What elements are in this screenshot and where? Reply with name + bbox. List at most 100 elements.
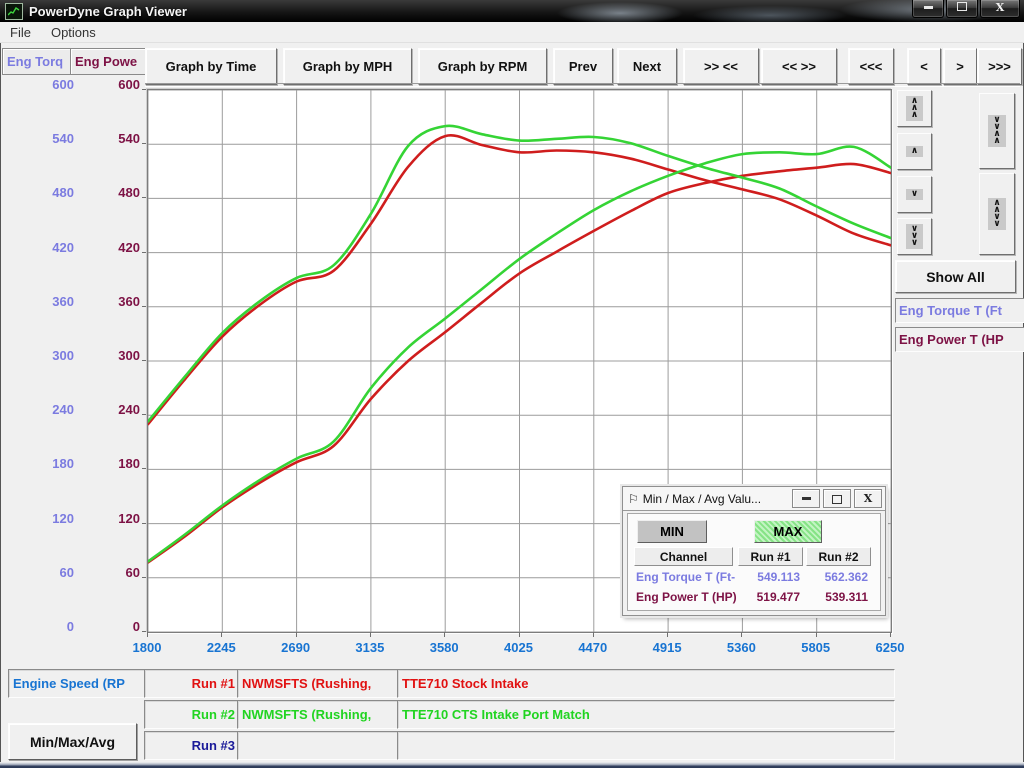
run-2-title-field[interactable]: TTE710 CTS Intake Port Match	[397, 700, 895, 729]
run-3-description-field[interactable]	[237, 731, 400, 760]
app-icon	[5, 3, 23, 20]
menu-file[interactable]: File	[0, 25, 41, 40]
toolbar-button-graph-by-time[interactable]: Graph by Time	[145, 48, 277, 85]
run-1-title-field[interactable]: TTE710 Stock Intake	[397, 669, 895, 698]
minmax-run1-value-1: 519.477	[736, 590, 800, 604]
x-tickmark	[667, 632, 668, 637]
minmax-minimize-button[interactable]	[792, 489, 820, 508]
torque-ytick-60: 60	[18, 565, 74, 580]
axis-tab-eng-torq[interactable]: Eng Torq	[2, 48, 74, 75]
collapse-vertical-button[interactable]: ∨∨∧∧	[979, 93, 1015, 169]
window-title: PowerDyne Graph Viewer	[29, 4, 187, 19]
minmax-close-button[interactable]: X	[854, 489, 882, 508]
show-all-button[interactable]: Show All	[895, 260, 1016, 293]
chevron-up-icon: ∧	[906, 146, 923, 157]
torque-ytick-120: 120	[18, 511, 74, 526]
x-tick-4025: 4025	[489, 640, 549, 655]
power-ytick-0: 0	[84, 619, 140, 634]
run-label-3: Run #3	[144, 731, 243, 760]
x-tickmark	[444, 632, 445, 637]
menu-bar: FileOptions	[0, 22, 1024, 43]
triple-chevron-down-button[interactable]: ∨∨∨	[897, 218, 932, 255]
restore-icon	[832, 495, 842, 504]
torque-ytick-300: 300	[18, 348, 74, 363]
minmax-run1-value-0: 549.113	[736, 570, 800, 584]
toolbar-button-graph-by-rpm[interactable]: Graph by RPM	[418, 48, 547, 85]
axis-tab-eng-powe[interactable]: Eng Powe	[70, 48, 146, 75]
toolbar-button-graph-by-mph[interactable]: Graph by MPH	[283, 48, 412, 85]
torque-ytick-360: 360	[18, 294, 74, 309]
minimize-button[interactable]	[912, 0, 944, 18]
close-icon: X	[996, 1, 1005, 14]
minimize-icon	[802, 497, 811, 500]
min-toggle-button[interactable]: MIN	[637, 520, 707, 543]
chevron-down-icon: ∨	[906, 189, 923, 200]
chevron-down-button[interactable]: ∨	[897, 176, 932, 213]
power-ytick-540: 540	[84, 131, 140, 146]
toolbar-button-btn[interactable]: <<<	[848, 48, 894, 85]
torque-ytick-0: 0	[18, 619, 74, 634]
toolbar-button-btn[interactable]: >> <<	[683, 48, 759, 85]
torque-channel-label: Eng Torque T (Ft	[895, 298, 1024, 323]
max-toggle-button[interactable]: MAX	[754, 520, 822, 543]
torque-ytick-240: 240	[18, 402, 74, 417]
power-ytick-420: 420	[84, 240, 140, 255]
chevron-up-button[interactable]: ∧	[897, 133, 932, 170]
close-icon: X	[864, 492, 873, 505]
torque-ytick-480: 480	[18, 185, 74, 200]
toolbar-button-btn[interactable]: >	[943, 48, 977, 85]
x-tick-3135: 3135	[340, 640, 400, 655]
minmax-title-bar[interactable]: ⚐ Min / Max / Avg Valu... X	[623, 487, 885, 511]
expand-vertical-button[interactable]: ∧∧∨∨	[979, 173, 1015, 255]
toolbar-button-prev[interactable]: Prev	[553, 48, 613, 85]
torque-ytick-420: 420	[18, 240, 74, 255]
toolbar-button-next[interactable]: Next	[617, 48, 677, 85]
run1-column-header: Run #1	[738, 547, 803, 566]
power-channel-text: Eng Power T (HP	[899, 332, 1004, 347]
torque-ytick-180: 180	[18, 456, 74, 471]
close-button[interactable]: X	[980, 0, 1020, 18]
power-ytick-120: 120	[84, 511, 140, 526]
minmax-channel-1: Eng Power T (HP)	[636, 590, 736, 604]
x-tickmark	[741, 632, 742, 637]
power-ytick-300: 300	[84, 348, 140, 363]
x-tickmark	[519, 632, 520, 637]
triple-chevron-up-button[interactable]: ∧∧∧	[897, 90, 932, 127]
toolbar-button-btn[interactable]: <	[907, 48, 941, 85]
torque-channel-text: Eng Torque T (Ft	[899, 303, 1002, 318]
power-ytick-180: 180	[84, 456, 140, 471]
restore-button[interactable]	[946, 0, 978, 18]
x-tick-5360: 5360	[711, 640, 771, 655]
menu-options[interactable]: Options	[41, 25, 106, 40]
x-tick-6250: 6250	[860, 640, 920, 655]
power-ytick-480: 480	[84, 185, 140, 200]
x-tick-2690: 2690	[266, 640, 326, 655]
minmax-run2-value-1: 539.311	[804, 590, 868, 604]
x-tick-3580: 3580	[414, 640, 474, 655]
app-window: PowerDyne Graph Viewer X FileOptions Eng…	[0, 0, 1024, 768]
x-tick-4915: 4915	[637, 640, 697, 655]
x-tickmark	[816, 632, 817, 637]
run-label-2: Run #2	[144, 700, 243, 729]
power-ytick-600: 600	[84, 77, 140, 92]
x-tick-5805: 5805	[786, 640, 846, 655]
minmax-values-window[interactable]: ⚐ Min / Max / Avg Valu... X MIN MAX Chan…	[622, 486, 886, 616]
torque-ytick-540: 540	[18, 131, 74, 146]
x-tickmark	[147, 632, 148, 637]
power-ytick-60: 60	[84, 565, 140, 580]
x-tick-1800: 1800	[117, 640, 177, 655]
power-channel-label: Eng Power T (HP	[895, 327, 1024, 352]
minmax-restore-button[interactable]	[823, 489, 851, 508]
run-2-description-field[interactable]: NWMSFTS (Rushing,	[237, 700, 400, 729]
toolbar-button-btn[interactable]: >>>	[977, 48, 1022, 85]
run-1-description-field[interactable]: NWMSFTS (Rushing,	[237, 669, 400, 698]
minmax-content: MIN MAX Channel Run #1 Run #2 Eng Torque…	[627, 513, 881, 611]
minmax-window-icon: ⚐	[628, 492, 639, 506]
run-3-title-field[interactable]	[397, 731, 895, 760]
title-bar: PowerDyne Graph Viewer X	[0, 0, 1024, 22]
triple-chevron-down-icon: ∨∨∨	[906, 224, 923, 249]
x-tick-4470: 4470	[563, 640, 623, 655]
minmaxavg-button[interactable]: Min/Max/Avg	[8, 723, 137, 760]
toolbar-button-btn[interactable]: << >>	[761, 48, 837, 85]
x-axis-channel-text: Engine Speed (RP	[13, 676, 125, 691]
